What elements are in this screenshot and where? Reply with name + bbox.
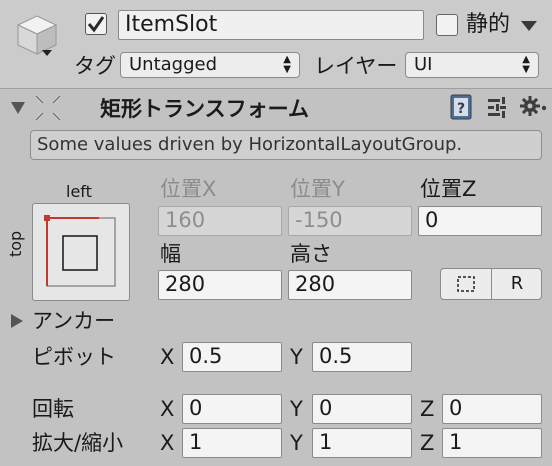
pivot-x-field[interactable]: 0.5 bbox=[182, 342, 282, 372]
blueprint-mode-button[interactable] bbox=[441, 269, 492, 299]
pivot-y-field[interactable]: 0.5 bbox=[312, 342, 412, 372]
tag-label: タグ bbox=[74, 54, 116, 78]
scale-z-axis-label[interactable]: Z bbox=[420, 430, 434, 456]
layer-dropdown-value: UI bbox=[414, 54, 433, 75]
presets-icon[interactable] bbox=[486, 96, 508, 118]
active-checkbox[interactable] bbox=[85, 13, 107, 35]
width-field[interactable]: 280 bbox=[158, 270, 282, 300]
object-name-input[interactable]: ItemSlot bbox=[118, 10, 424, 40]
pos-z-field[interactable]: 0 bbox=[418, 206, 542, 236]
scale-y-field[interactable]: 1 bbox=[312, 428, 412, 458]
foldout-arrow-icon[interactable] bbox=[10, 101, 26, 115]
foldout-arrow-icon[interactable] bbox=[10, 313, 24, 329]
svg-text:?: ? bbox=[457, 101, 465, 117]
dropdown-updown-icon: ▲ ▼ bbox=[283, 54, 291, 75]
help-book-icon[interactable]: ? bbox=[450, 94, 472, 120]
driven-info-text: Some values driven by HorizontalLayoutGr… bbox=[37, 134, 463, 155]
recttransform-icon bbox=[35, 95, 61, 121]
driven-info-box: Some values driven by HorizontalLayoutGr… bbox=[30, 130, 542, 160]
tag-dropdown-value: Untagged bbox=[129, 54, 218, 75]
dropdown-arrow-icon[interactable] bbox=[520, 20, 538, 32]
static-label: 静的 bbox=[466, 12, 511, 37]
rotation-y-axis-label[interactable]: Y bbox=[290, 396, 303, 422]
width-label: 幅 bbox=[160, 242, 181, 266]
pivot-x-axis-label[interactable]: X bbox=[160, 344, 174, 370]
height-field[interactable]: 280 bbox=[288, 270, 412, 300]
rotation-label: 回転 bbox=[32, 397, 74, 421]
pos-x-field[interactable]: 160 bbox=[158, 206, 282, 236]
gameobject-cube-icon bbox=[16, 15, 58, 56]
anchor-preset-side-label: top bbox=[6, 230, 25, 257]
static-checkbox[interactable] bbox=[436, 14, 458, 36]
scale-z-field[interactable]: 1 bbox=[442, 428, 542, 458]
gear-icon[interactable] bbox=[520, 95, 548, 119]
rotation-y-field[interactable]: 0 bbox=[312, 394, 412, 424]
component-title[interactable]: 矩形トランスフォーム bbox=[100, 96, 309, 122]
rotation-x-axis-label[interactable]: X bbox=[160, 396, 174, 422]
pos-y-label: 位置Y bbox=[290, 177, 345, 201]
anchor-preset-button[interactable] bbox=[32, 203, 130, 301]
anchor-preset-top-label: left bbox=[66, 182, 92, 201]
pivot-label: ピボット bbox=[32, 345, 116, 369]
pos-x-label: 位置X bbox=[160, 177, 217, 201]
raw-edit-button[interactable]: R bbox=[492, 269, 542, 299]
blueprint-mode-icon bbox=[457, 276, 475, 292]
anchor-preset-diagram bbox=[44, 215, 116, 287]
scale-label: 拡大/縮小 bbox=[32, 431, 124, 455]
scale-y-axis-label[interactable]: Y bbox=[290, 430, 303, 456]
checkmark-icon bbox=[87, 16, 105, 33]
tag-dropdown[interactable]: Untagged ▲ ▼ bbox=[120, 52, 300, 78]
scale-x-axis-label[interactable]: X bbox=[160, 430, 174, 456]
rotation-x-field[interactable]: 0 bbox=[182, 394, 282, 424]
layer-label: レイヤー bbox=[314, 54, 398, 78]
anchors-foldout-label[interactable]: アンカー bbox=[32, 308, 115, 334]
height-label: 高さ bbox=[290, 242, 332, 266]
blueprint-raw-group: R bbox=[440, 268, 542, 300]
rotation-z-axis-label[interactable]: Z bbox=[420, 396, 434, 422]
pos-z-label: 位置Z bbox=[420, 177, 477, 201]
pos-y-field[interactable]: -150 bbox=[288, 206, 412, 236]
layer-dropdown[interactable]: UI ▲ ▼ bbox=[405, 52, 539, 78]
pivot-y-axis-label[interactable]: Y bbox=[290, 344, 303, 370]
dropdown-updown-icon: ▲ ▼ bbox=[522, 54, 530, 75]
rotation-z-field[interactable]: 0 bbox=[442, 394, 542, 424]
scale-x-field[interactable]: 1 bbox=[182, 428, 282, 458]
inspector-header: ItemSlot 静的 タグ Untagged ▲ ▼ レイヤー UI ▲ ▼ bbox=[0, 0, 552, 89]
